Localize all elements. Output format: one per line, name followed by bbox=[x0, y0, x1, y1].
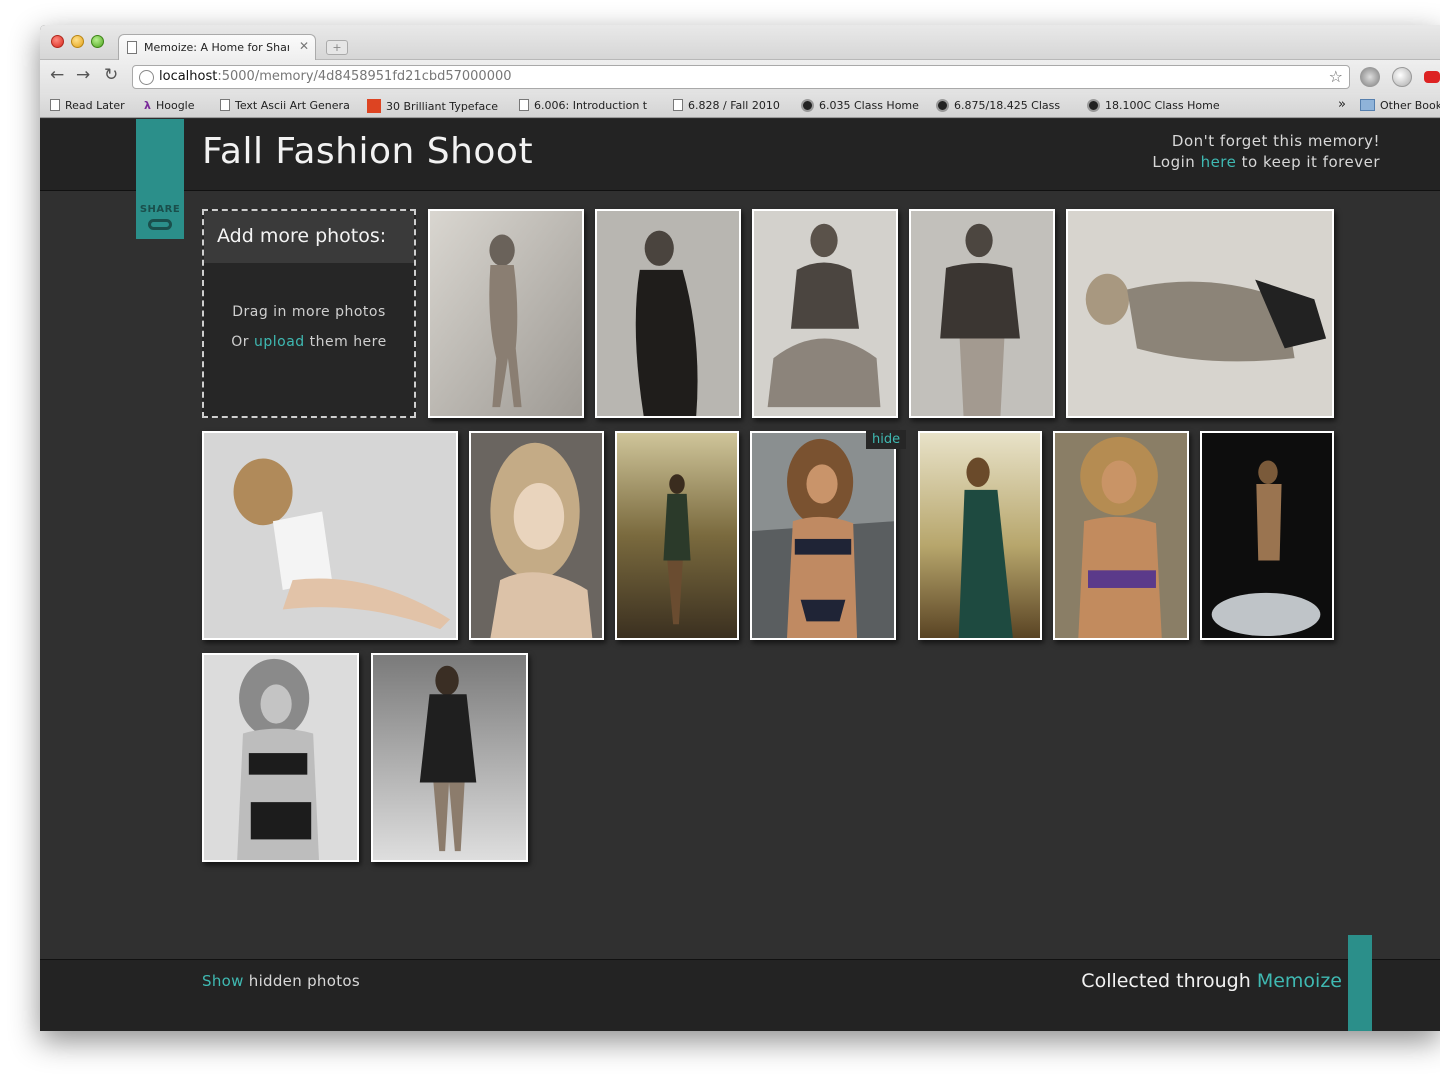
reminder-line: Don't forget this memory! bbox=[1171, 132, 1380, 150]
share-label: SHARE bbox=[139, 204, 181, 215]
photo-thumbnail[interactable] bbox=[371, 653, 528, 862]
tab-bar: Memoize: A Home for Share ✕ + bbox=[40, 25, 1440, 61]
or-text: Or bbox=[231, 334, 250, 350]
share-ribbon[interactable]: SHARE bbox=[136, 119, 184, 239]
reload-icon[interactable]: ↻ bbox=[104, 65, 118, 85]
bookmark-hoogle[interactable]: λ Hoogle bbox=[144, 99, 195, 112]
hide-photo-button[interactable]: hide bbox=[866, 430, 907, 449]
page-icon bbox=[50, 99, 60, 111]
bookmark-star-icon[interactable]: ☆ bbox=[1329, 67, 1343, 86]
red-s-icon bbox=[367, 99, 381, 113]
tab-title: Memoize: A Home for Share bbox=[144, 41, 289, 54]
extension-red-icon[interactable] bbox=[1424, 71, 1440, 83]
moon-icon bbox=[936, 99, 949, 112]
collected-through: Collected through Memoize bbox=[1081, 970, 1342, 992]
zoom-window-button[interactable] bbox=[91, 35, 104, 48]
folder-icon bbox=[1360, 99, 1375, 111]
link-icon bbox=[148, 219, 172, 230]
globe-icon bbox=[139, 70, 154, 85]
page-footer: Show hidden photos Collected through Mem… bbox=[40, 935, 1440, 1031]
login-label: Login bbox=[1152, 153, 1196, 171]
photo-thumbnail[interactable] bbox=[202, 431, 458, 640]
page-icon bbox=[127, 41, 137, 54]
browser-window: Memoize: A Home for Share ✕ + ← → ↻ loca… bbox=[40, 25, 1440, 1031]
bookmark-6006[interactable]: 6.006: Introduction t bbox=[519, 99, 651, 112]
browser-tab[interactable]: Memoize: A Home for Share ✕ bbox=[118, 34, 316, 61]
photo-thumbnail[interactable] bbox=[615, 431, 739, 640]
login-here-link[interactable]: here bbox=[1201, 153, 1237, 171]
show-hidden-photos: Show hidden photos bbox=[202, 972, 360, 990]
bookmark-ascii-art[interactable]: Text Ascii Art Genera bbox=[220, 99, 350, 112]
bookmarks-bar: Read Later λ Hoogle Text Ascii Art Genera… bbox=[40, 93, 1440, 118]
show-hidden-link[interactable]: Show bbox=[202, 972, 244, 990]
close-tab-icon[interactable]: ✕ bbox=[299, 39, 309, 53]
new-tab-button[interactable]: + bbox=[326, 40, 348, 55]
photo-thumbnail[interactable] bbox=[428, 209, 584, 418]
upload-link[interactable]: upload bbox=[254, 334, 305, 350]
photo-thumbnail[interactable] bbox=[750, 431, 896, 640]
bookmark-6828[interactable]: 6.828 / Fall 2010 bbox=[673, 99, 780, 112]
bookmark-18100c[interactable]: 18.100C Class Home bbox=[1087, 99, 1220, 112]
photo-thumbnail[interactable] bbox=[595, 209, 741, 418]
page-content: Fall Fashion Shoot Don't forget this mem… bbox=[40, 119, 1440, 1031]
bookmarks-overflow-icon[interactable]: » bbox=[1338, 97, 1346, 112]
moon-icon bbox=[801, 99, 814, 112]
photo-thumbnail[interactable] bbox=[752, 209, 898, 418]
add-photos-title: Add more photos: bbox=[204, 211, 414, 263]
drag-hint: Drag in more photos bbox=[232, 304, 386, 320]
forward-icon[interactable]: → bbox=[76, 65, 90, 85]
photo-thumbnail[interactable] bbox=[909, 209, 1055, 418]
footer-ribbon bbox=[1348, 935, 1372, 1031]
bookmark-read-later[interactable]: Read Later bbox=[50, 99, 125, 112]
moon-icon bbox=[1087, 99, 1100, 112]
photo-thumbnail[interactable] bbox=[918, 431, 1042, 640]
login-reminder: Don't forget this memory! Login here to … bbox=[1152, 131, 1380, 173]
photo-thumbnail[interactable] bbox=[1053, 431, 1189, 640]
keep-forever-text: to keep it forever bbox=[1241, 153, 1380, 171]
page-icon bbox=[673, 99, 683, 111]
minimize-window-button[interactable] bbox=[71, 35, 84, 48]
page-icon bbox=[519, 99, 529, 111]
hidden-photos-label: hidden photos bbox=[248, 972, 360, 990]
address-bar[interactable]: localhost:5000/memory/4d8458951fd21cbd57… bbox=[132, 65, 1350, 89]
back-icon[interactable]: ← bbox=[50, 65, 64, 85]
memoize-link[interactable]: Memoize bbox=[1257, 970, 1342, 992]
bookmark-6035[interactable]: 6.035 Class Home bbox=[801, 99, 919, 112]
url-text[interactable]: localhost:5000/memory/4d8458951fd21cbd57… bbox=[159, 69, 512, 84]
collected-label: Collected through bbox=[1081, 970, 1251, 992]
page-header: Fall Fashion Shoot Don't forget this mem… bbox=[40, 119, 1440, 191]
photo-thumbnail[interactable] bbox=[1200, 431, 1334, 640]
bookmark-typefaces[interactable]: 30 Brilliant Typeface bbox=[367, 99, 501, 113]
toolbar: ← → ↻ localhost:5000/memory/4d8458951fd2… bbox=[40, 60, 1440, 93]
settings-gear-icon[interactable] bbox=[1360, 67, 1380, 87]
bookmark-6875[interactable]: 6.875/18.425 Class bbox=[936, 99, 1072, 112]
add-photos-dropzone[interactable]: Add more photos: Drag in more photos Or … bbox=[202, 209, 416, 418]
other-bookmarks[interactable]: Other Bookm bbox=[1360, 99, 1440, 112]
photo-thumbnail[interactable] bbox=[202, 653, 359, 862]
page-icon bbox=[220, 99, 230, 111]
lambda-icon: λ bbox=[144, 99, 151, 112]
photo-thumbnail[interactable] bbox=[1066, 209, 1334, 418]
page-title: Fall Fashion Shoot bbox=[202, 131, 534, 172]
photo-thumbnail[interactable] bbox=[469, 431, 604, 640]
them-here-text: them here bbox=[309, 334, 387, 350]
close-window-button[interactable] bbox=[51, 35, 64, 48]
extension-icon[interactable] bbox=[1392, 67, 1412, 87]
